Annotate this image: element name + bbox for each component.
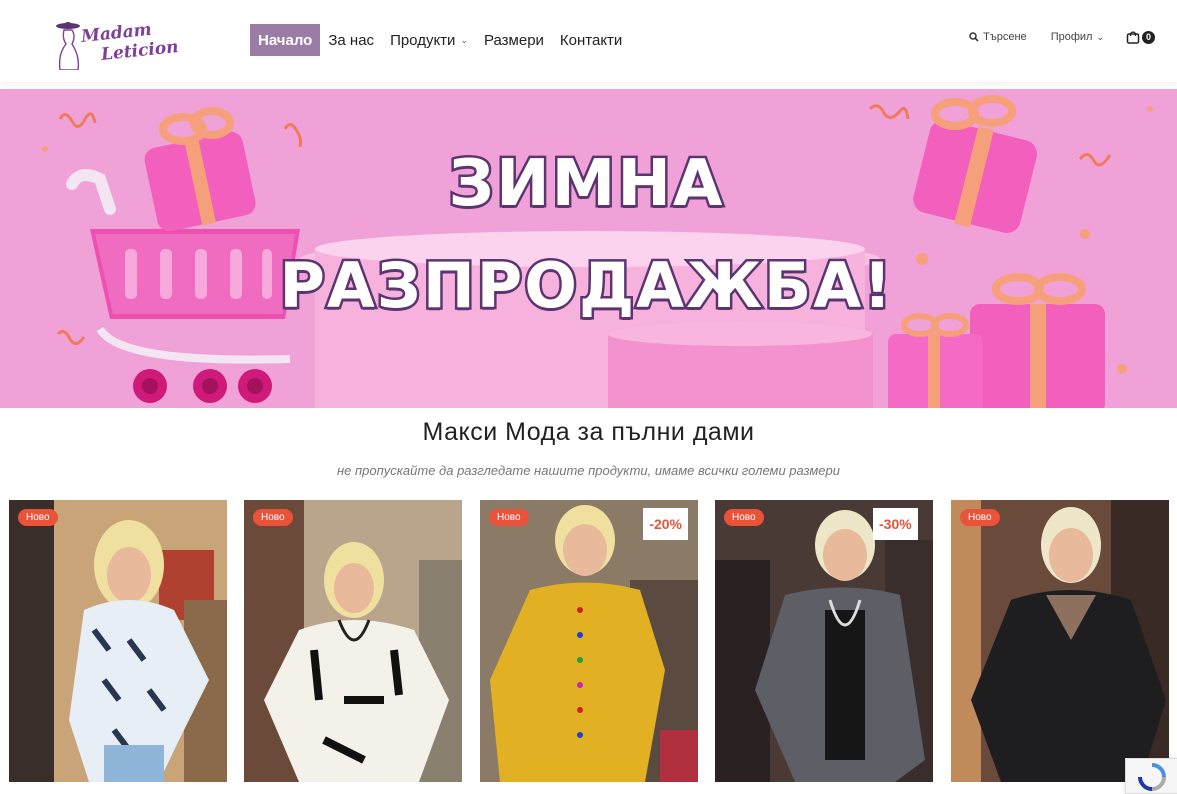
nav-item-contacts[interactable]: Контакти [552, 24, 630, 56]
nav-label: Начало [258, 31, 313, 49]
product-card[interactable]: Ново -30% [715, 500, 933, 782]
nav-item-sizes[interactable]: Размери [476, 24, 552, 56]
chevron-down-icon: ⌄ [1096, 31, 1104, 42]
new-badge: Ново [960, 509, 1000, 526]
nav-label: Контакти [559, 31, 623, 49]
profile-label: Профил [1050, 31, 1093, 43]
product-card[interactable]: Ново [9, 500, 227, 782]
logo[interactable]: Madam Leticion [52, 8, 187, 70]
product-image [715, 500, 933, 782]
nav-label: Продукти [390, 31, 456, 49]
search-icon [969, 32, 979, 42]
main-nav: Начало За нас Продукти ⌄ Размери Контакти [250, 24, 630, 56]
recaptcha-badge[interactable] [1125, 758, 1177, 794]
new-badge: Ново [489, 509, 529, 526]
product-card[interactable]: Ново -20% [480, 500, 698, 782]
nav-item-products[interactable]: Продукти ⌄ [382, 24, 476, 56]
product-card[interactable]: Ново [244, 500, 462, 782]
search-label: Търсене [983, 31, 1027, 43]
site-header: Madam Leticion Начало За нас Продукти ⌄ Р… [0, 0, 1177, 82]
search-button[interactable]: Търсене [969, 31, 1027, 43]
cart-count-badge: 0 [1142, 30, 1155, 44]
gift-box-icon [888, 313, 983, 408]
banner-title-line2: РАЗПРОДАЖБА! [277, 247, 894, 325]
product-image [244, 500, 462, 782]
product-image [951, 500, 1169, 782]
logo-text: Madam Leticion [80, 17, 179, 67]
product-card[interactable]: Ново [951, 500, 1169, 782]
discount-badge: -30% [873, 508, 918, 540]
promo-banner[interactable]: ЗИМНА РАЗПРОДАЖБА! [0, 89, 1177, 408]
banner-title-line1: ЗИМНА [446, 145, 725, 224]
product-image [480, 500, 698, 782]
nav-item-home[interactable]: Начало [250, 24, 321, 56]
nav-item-about[interactable]: За нас [320, 24, 382, 56]
woman-silhouette-icon [56, 22, 80, 70]
product-image [9, 500, 227, 782]
new-badge: Ново [18, 509, 58, 526]
section-subtitle: не пропускайте да разгледате нашите прод… [337, 463, 840, 478]
chevron-down-icon: ⌄ [460, 34, 468, 45]
section-title: Макси Мода за пълни дами [422, 418, 755, 446]
nav-label: Размери [483, 31, 544, 49]
discount-badge: -20% [643, 508, 688, 540]
shopping-bag-icon [1126, 31, 1140, 44]
cart-button[interactable]: 0 [1126, 30, 1155, 44]
new-badge: Ново [724, 509, 764, 526]
profile-menu[interactable]: Профил ⌄ [1051, 31, 1104, 43]
new-badge: Ново [253, 509, 293, 526]
header-tools: Търсене Профил ⌄ 0 [969, 30, 1155, 44]
nav-label: За нас [328, 31, 375, 49]
recaptcha-icon [1138, 763, 1166, 791]
